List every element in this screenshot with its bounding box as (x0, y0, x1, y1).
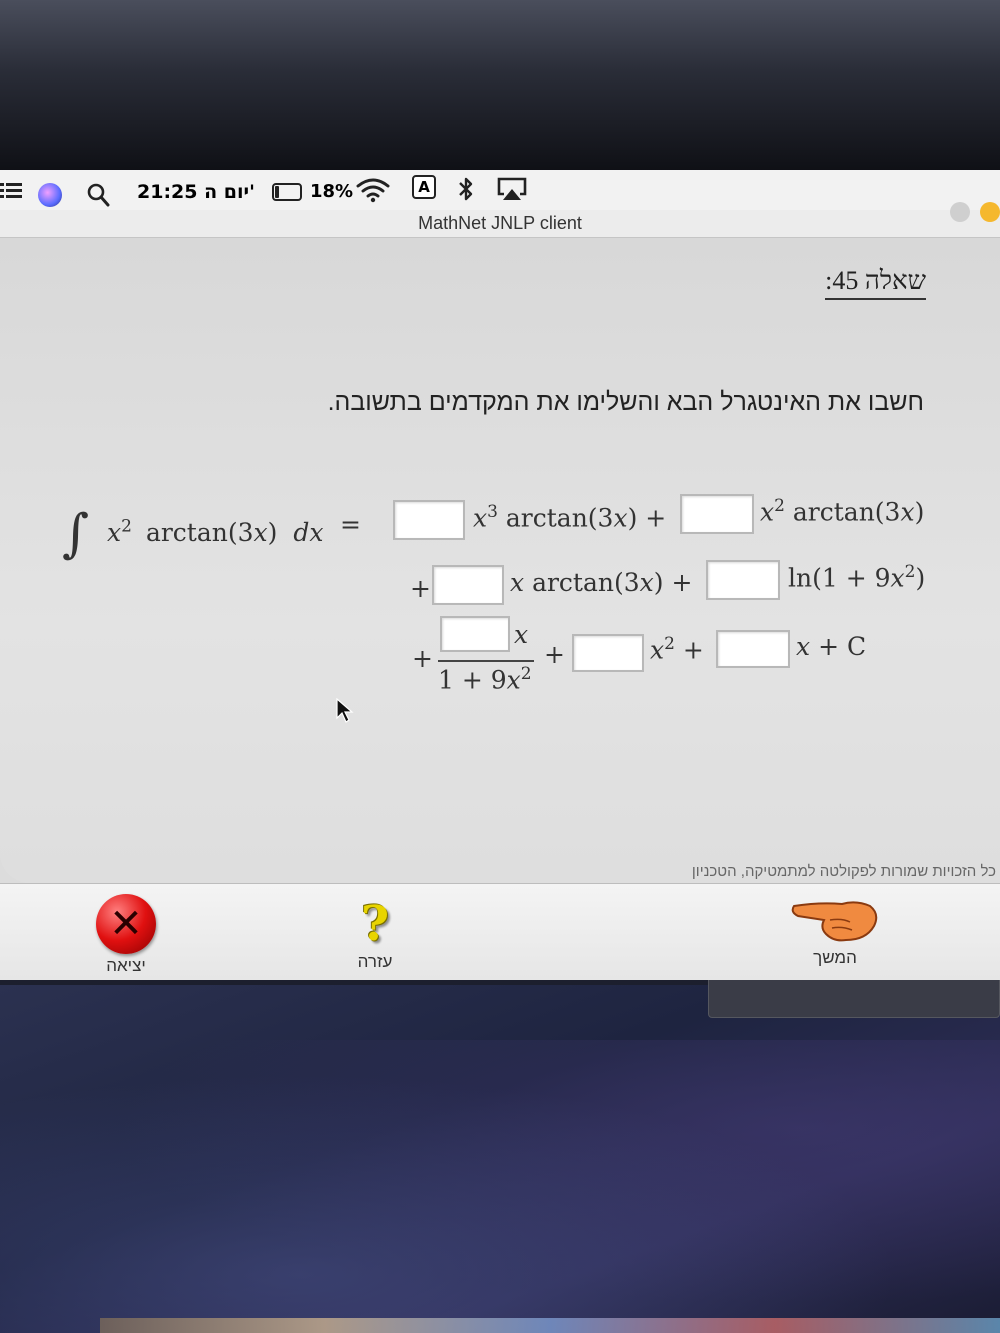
term2-x: x (760, 497, 775, 527)
pointing-hand-icon (791, 901, 878, 942)
next-button[interactable]: המשך (790, 892, 880, 968)
battery-icon (272, 182, 302, 201)
lhs-close: ) (267, 518, 278, 547)
help-label: עזרה (357, 952, 393, 971)
term3-x: x (510, 568, 525, 597)
battery-status[interactable]: 18% (272, 181, 353, 202)
line3-plus-2: + (544, 640, 565, 669)
fraction-denominator-x: x (506, 665, 521, 695)
term1-function: arctan(3 (505, 503, 614, 533)
term6-exponent: 2 (664, 634, 675, 654)
fraction-denominator-text: 1 + 9 (438, 665, 507, 695)
term4-exponent: 2 (904, 562, 916, 582)
fraction-bar (438, 660, 534, 662)
answer-box-6[interactable] (572, 634, 644, 672)
term1-x: x (473, 503, 488, 533)
copyright-notice: כל הזכויות שמורות לפקולטה למתמטיקה, הטכנ… (691, 863, 996, 880)
screen-bezel-top (0, 0, 1000, 175)
term-1: x3 arctan(3x) + (473, 502, 666, 532)
term1-close: ) + (627, 503, 667, 533)
window-control-gray[interactable] (950, 202, 970, 222)
lhs-arg-x: x (253, 518, 268, 547)
answer-box-2[interactable] (680, 494, 754, 534)
question-mark-icon: ? (360, 896, 390, 952)
dock (100, 1318, 1000, 1333)
airplay-icon[interactable] (496, 176, 528, 202)
term-3: x arctan(3x) + (510, 568, 692, 597)
integral-sign: ∫ (62, 504, 90, 564)
term7-constant: + C (818, 632, 867, 661)
answer-box-3[interactable] (432, 565, 504, 605)
term2-arg-x: x (900, 497, 915, 527)
fraction-numerator: x (514, 620, 528, 649)
lhs-x: x (107, 518, 122, 547)
term-7: x + C (796, 632, 866, 661)
term4-close: ) (915, 563, 926, 593)
line2-plus: + (410, 574, 431, 603)
answer-box-1[interactable] (393, 500, 465, 540)
term6-x: x (650, 635, 665, 665)
wifi-icon[interactable] (356, 177, 390, 203)
bottom-toolbar: ✕ יציאה ? עזרה המשך (0, 883, 1000, 980)
fraction-denominator: 1 + 9x2 (438, 664, 532, 694)
term-4: ln(1 + 9x2) (788, 562, 925, 592)
question-title: שאלה 45: (825, 266, 926, 300)
term2-close: ) (914, 497, 925, 527)
integral-expression: ∫ x2 arctan(3x) dx (62, 494, 324, 564)
lhs-d: d (293, 518, 310, 547)
fraction-numerator-x: x (514, 620, 529, 649)
help-button[interactable]: ? עזרה (350, 896, 400, 972)
wallpaper-wave (0, 1040, 1000, 1333)
term-6: x2 + (650, 634, 704, 664)
lhs-exponent: 2 (121, 516, 132, 537)
term4-x: x (890, 563, 905, 593)
notification-center-icon[interactable] (0, 180, 22, 200)
answer-box-5[interactable] (440, 616, 510, 652)
term1-arg-x: x (613, 503, 628, 533)
battery-fill (275, 185, 279, 198)
fraction-denominator-exponent: 2 (520, 664, 532, 684)
term3-close: ) + (653, 568, 693, 597)
lhs-dx: x (309, 518, 324, 547)
battery-percent: 18% (310, 181, 354, 202)
equals-sign: = (340, 510, 361, 539)
app-window: MathNet JNLP client שאלה 45: חשבו את האי… (0, 202, 1000, 980)
term1-exponent: 3 (487, 502, 498, 522)
question-panel: שאלה 45: חשבו את האינטגרל הבא והשלימו את… (0, 238, 1000, 883)
answer-box-4[interactable] (706, 560, 780, 600)
exit-label: יציאה (106, 956, 146, 975)
term6-plus: + (682, 635, 704, 665)
input-source-icon[interactable]: A (412, 175, 436, 199)
siri-icon[interactable] (38, 183, 62, 207)
exit-button[interactable]: ✕ יציאה (96, 894, 156, 976)
mouse-cursor-icon (336, 698, 354, 723)
term2-exponent: 2 (774, 496, 785, 516)
spotlight-search-icon[interactable] (86, 182, 110, 208)
term3-arg-x: x (639, 568, 654, 597)
lhs-function: arctan(3 (145, 518, 254, 547)
answer-box-7[interactable] (716, 630, 790, 668)
term3-function: arctan(3 (532, 568, 640, 597)
bluetooth-icon[interactable] (456, 176, 476, 202)
window-title: MathNet JNLP client (418, 213, 582, 233)
menu-clock[interactable]: 21:25 יום ה' (137, 181, 255, 203)
window-titlebar[interactable]: MathNet JNLP client (0, 202, 1000, 238)
window-minimize-button[interactable] (980, 202, 1000, 222)
term7-x: x (796, 632, 811, 661)
term4-function: ln(1 + 9 (788, 563, 891, 593)
close-x-icon: ✕ (96, 894, 156, 954)
term2-function: arctan(3 (792, 497, 901, 527)
next-label: המשך (813, 948, 857, 967)
question-instruction: חשבו את האינטגרל הבא והשלימו את המקדמים … (327, 388, 924, 416)
line3-plus: + (412, 644, 433, 673)
term-2: x2 arctan(3x) (760, 496, 924, 526)
